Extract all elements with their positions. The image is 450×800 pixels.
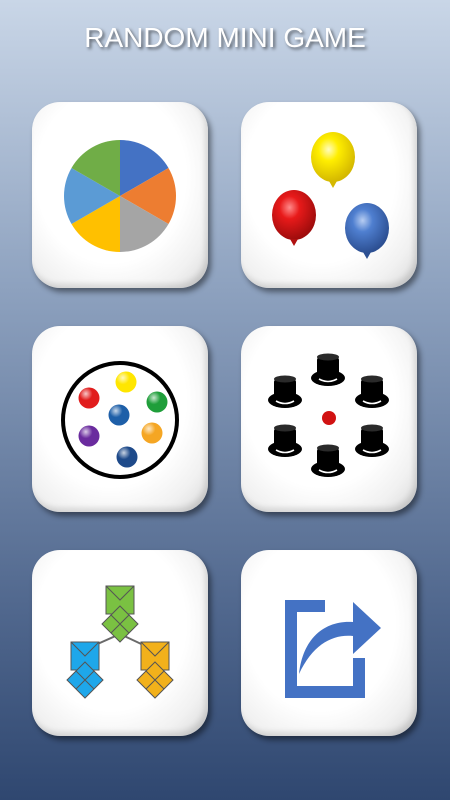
marble (146, 391, 168, 413)
app-title: RANDOM MINI GAME (84, 22, 366, 53)
marble (108, 404, 130, 426)
top-hat-icon (311, 444, 345, 477)
top-hat-icon (268, 375, 302, 408)
share-button[interactable] (241, 550, 417, 736)
marble (141, 422, 163, 444)
share-icon (285, 600, 381, 698)
marbles-circle-icon (61, 361, 179, 479)
marble (115, 371, 137, 393)
hats-cups-icon (268, 353, 389, 477)
marble (78, 387, 100, 409)
folded-paper-tree-icon (66, 585, 174, 699)
spin-wheel-icon (64, 140, 176, 252)
top-hat-icon (355, 424, 389, 457)
spin-wheel-game-button[interactable] (32, 102, 208, 288)
marble (116, 446, 138, 468)
blue-balloon (345, 203, 389, 259)
red-ball (322, 411, 336, 425)
marble (78, 425, 100, 447)
folded-paper-game-button[interactable] (32, 550, 208, 736)
folded-paper-piece (101, 585, 139, 643)
hats-game-button[interactable] (241, 326, 417, 512)
balloons-game-button[interactable] (241, 102, 417, 288)
marbles-game-button[interactable] (32, 326, 208, 512)
folded-paper-piece (66, 641, 104, 699)
top-hat-icon (311, 353, 345, 386)
balloons-icon (272, 132, 389, 259)
folded-paper-piece (136, 641, 174, 699)
yellow-balloon (311, 132, 355, 188)
top-hat-icon (355, 375, 389, 408)
red-balloon (272, 190, 316, 246)
top-hat-icon (268, 424, 302, 457)
